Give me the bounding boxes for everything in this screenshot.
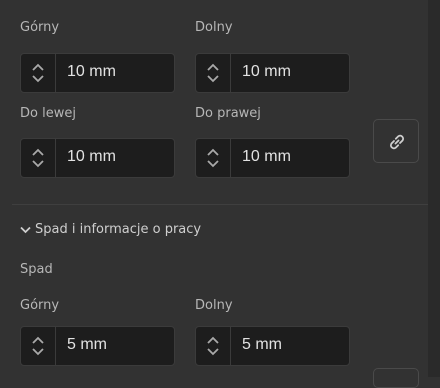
top-margin-label: Górny [20, 20, 60, 35]
stepper-arrows-icon [32, 336, 44, 356]
document-setup-panel: Górny 10 mm Dolny 10 mm Do lewej 10 mm D… [0, 0, 428, 388]
bleed-heading: Spad [20, 262, 53, 277]
bleed-bottom-stepper[interactable] [196, 327, 231, 365]
stepper-arrows-icon [207, 63, 219, 83]
bottom-margin-value: 10 mm [242, 63, 291, 80]
bleed-top-field[interactable]: 5 mm [20, 326, 175, 366]
link-margins-button[interactable] [373, 119, 419, 163]
left-margin-value: 10 mm [67, 148, 116, 165]
bleed-top-stepper[interactable] [21, 327, 56, 365]
stepper-arrows-icon [207, 148, 219, 168]
right-margin-field[interactable]: 10 mm [195, 138, 350, 178]
right-margin-stepper[interactable] [196, 139, 231, 177]
right-margin-value: 10 mm [242, 148, 291, 165]
bottom-margin-stepper[interactable] [196, 54, 231, 92]
bottom-margin-field[interactable]: 10 mm [195, 53, 350, 93]
bleed-top-value: 5 mm [67, 336, 107, 353]
top-margin-field[interactable]: 10 mm [20, 53, 175, 93]
top-margin-stepper[interactable] [21, 54, 56, 92]
top-margin-value: 10 mm [67, 63, 116, 80]
stepper-arrows-icon [207, 336, 219, 356]
section-title: Spad i informacje o pracy [35, 222, 202, 237]
link-bleed-button[interactable] [373, 368, 419, 388]
stepper-arrows-icon [32, 148, 44, 168]
left-margin-stepper[interactable] [21, 139, 56, 177]
stepper-arrows-icon [32, 63, 44, 83]
left-margin-field[interactable]: 10 mm [20, 138, 175, 178]
section-divider [12, 204, 428, 205]
bleed-bottom-value: 5 mm [242, 336, 282, 353]
bleed-top-label: Górny [20, 298, 60, 313]
link-icon [390, 134, 404, 150]
chevron-down-icon [20, 226, 31, 233]
bleed-bottom-label: Dolny [195, 298, 233, 313]
right-margin-label: Do prawej [195, 106, 261, 121]
bottom-margin-label: Dolny [195, 20, 233, 35]
bleed-slug-section-toggle[interactable]: Spad i informacje o pracy [20, 222, 201, 237]
bleed-bottom-field[interactable]: 5 mm [195, 326, 350, 366]
left-margin-label: Do lewej [20, 106, 76, 121]
panel-edge [428, 0, 440, 377]
